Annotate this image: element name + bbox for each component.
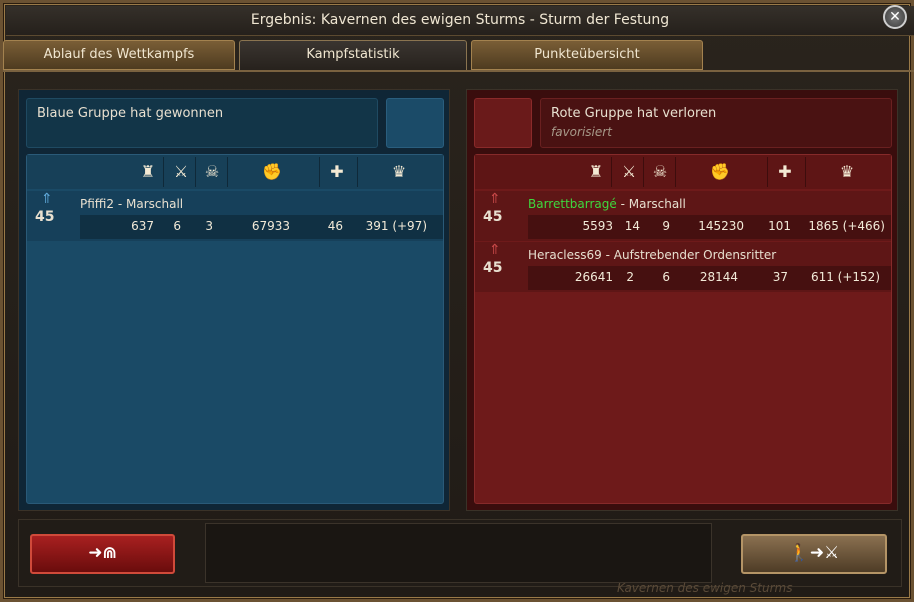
result-window: Ergebnis: Kavernen des ewigen Sturms - S… bbox=[0, 0, 914, 602]
crown-icon: ♛ bbox=[839, 162, 855, 181]
red-team-panel: Rote Gruppe hat verloren favorisiert ♜ ⚔… bbox=[466, 89, 898, 511]
stat-tower: 637 bbox=[131, 219, 154, 233]
player-name: Barrettbarragé - Marschall bbox=[528, 197, 686, 211]
blue-column-header: ♜ ⚔ ☠ ✊ ✚ ♛ bbox=[27, 155, 443, 189]
stat-kills: 2 bbox=[626, 270, 634, 284]
stat-kills: 14 bbox=[624, 219, 640, 233]
tower-icon: ♜ bbox=[140, 162, 156, 181]
stat-tower: 26641 bbox=[574, 270, 613, 284]
rank-arrow-icon: ⇑ bbox=[489, 191, 501, 207]
red-team-result: Rote Gruppe hat verloren bbox=[551, 106, 717, 121]
fist-icon: ✊ bbox=[262, 162, 282, 181]
stat-healing: 101 bbox=[768, 219, 791, 233]
stat-healing: 46 bbox=[327, 219, 343, 233]
tab-divider bbox=[3, 70, 914, 72]
tab-bar: Ablauf des Wettkampfs Kampfstatistik Pun… bbox=[3, 40, 914, 72]
red-team-header: Rote Gruppe hat verloren favorisiert bbox=[540, 98, 892, 148]
fist-icon: ✊ bbox=[710, 162, 730, 181]
close-icon[interactable]: ✕ bbox=[883, 5, 907, 29]
blue-team-panel: Blaue Gruppe hat gewonnen ♜ ⚔ ☠ ✊ ✚ ♛ ⇑ bbox=[18, 89, 450, 511]
tab-kampfstatistik[interactable]: Kampfstatistik bbox=[239, 40, 467, 72]
red-column-header: ♜ ⚔ ☠ ✊ ✚ ♛ bbox=[475, 155, 891, 189]
footer-watermark: Kavernen des ewigen Sturms bbox=[617, 581, 793, 595]
level-badge: ⇑ 45 bbox=[483, 242, 503, 276]
player-row[interactable]: ⇑ 45 Pfiffi2 - Marschall 637 6 3 67933 4… bbox=[27, 191, 443, 241]
plus-icon: ✚ bbox=[778, 162, 792, 181]
message-box bbox=[205, 523, 712, 583]
red-stats-table: ♜ ⚔ ☠ ✊ ✚ ♛ ⇑ 45 Barrettbarragé - Marsch… bbox=[474, 154, 892, 504]
stat-points: 1865 (+466) bbox=[808, 219, 885, 233]
crown-icon: ♛ bbox=[391, 162, 407, 181]
stat-deaths: 3 bbox=[205, 219, 213, 233]
stat-deaths: 9 bbox=[662, 219, 670, 233]
player-row[interactable]: ⇑ 45 Barrettbarragé - Marschall 5593 14 … bbox=[475, 191, 891, 241]
rank-arrow-icon: ⇑ bbox=[489, 242, 501, 258]
blue-stats-table: ♜ ⚔ ☠ ✊ ✚ ♛ ⇑ 45 Pfiffi2 - Marschall 637… bbox=[26, 154, 444, 504]
blue-team-result: Blaue Gruppe hat gewonnen bbox=[37, 106, 224, 121]
tab-ablauf[interactable]: Ablauf des Wettkampfs bbox=[3, 40, 235, 70]
player-name: Heracless69 - Aufstrebender Ordensritter bbox=[528, 248, 777, 262]
stat-points: 611 (+152) bbox=[810, 270, 880, 284]
player-name: Pfiffi2 - Marschall bbox=[80, 197, 184, 211]
leave-arena-button[interactable]: ➜⋒ bbox=[30, 534, 175, 574]
tower-icon: ♜ bbox=[588, 162, 604, 181]
skull-icon: ☠ bbox=[204, 162, 220, 181]
player-row[interactable]: ⇑ 45 Heracless69 - Aufstrebender Ordensr… bbox=[475, 242, 891, 292]
blue-team-badge bbox=[386, 98, 444, 148]
stat-damage: 67933 bbox=[251, 219, 290, 233]
crossed-swords-icon: ⚔ bbox=[173, 162, 189, 181]
player-stats: 5593 14 9 145230 101 1865 (+466) bbox=[528, 215, 891, 239]
plus-icon: ✚ bbox=[330, 162, 344, 181]
window-title: Ergebnis: Kavernen des ewigen Sturms - S… bbox=[6, 6, 914, 36]
join-battle-button[interactable]: 🚶➜⚔ bbox=[741, 534, 887, 574]
level-badge: ⇑ 45 bbox=[483, 191, 503, 225]
red-team-subtitle: favorisiert bbox=[551, 125, 612, 139]
skull-icon: ☠ bbox=[652, 162, 668, 181]
stat-damage: 145230 bbox=[698, 219, 744, 233]
player-stats: 26641 2 6 28144 37 611 (+152) bbox=[528, 266, 891, 290]
player-stats: 637 6 3 67933 46 391 (+97) bbox=[80, 215, 443, 239]
rank-arrow-icon: ⇑ bbox=[41, 191, 53, 207]
blue-team-header: Blaue Gruppe hat gewonnen bbox=[26, 98, 378, 148]
stat-healing: 37 bbox=[772, 270, 788, 284]
stat-deaths: 6 bbox=[662, 270, 670, 284]
crossed-swords-icon: ⚔ bbox=[621, 162, 637, 181]
stat-points: 391 (+97) bbox=[365, 219, 427, 233]
tab-punkteuebersicht[interactable]: Punkteübersicht bbox=[471, 40, 703, 70]
stat-kills: 6 bbox=[173, 219, 181, 233]
stat-tower: 5593 bbox=[582, 219, 613, 233]
stat-damage: 28144 bbox=[699, 270, 738, 284]
red-team-badge bbox=[474, 98, 532, 148]
level-badge: ⇑ 45 bbox=[35, 191, 55, 225]
